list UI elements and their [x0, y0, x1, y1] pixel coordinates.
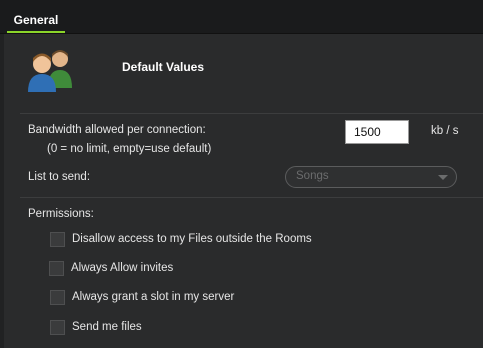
section-title: Default Values [122, 60, 205, 74]
permission-label: Send me files [72, 321, 142, 333]
divider [20, 197, 483, 198]
tab-bar: General [0, 0, 483, 34]
permission-checkbox[interactable] [50, 232, 65, 247]
chevron-down-icon [438, 175, 448, 180]
permission-label: Always grant a slot in my server [72, 291, 235, 303]
divider [20, 113, 483, 114]
left-strip [0, 34, 4, 348]
users-icon [28, 50, 72, 92]
list-to-send-label: List to send: [28, 171, 91, 183]
active-tab-indicator [7, 31, 65, 33]
permission-label: Always Allow invites [71, 262, 174, 274]
tab-general[interactable]: General [7, 7, 65, 33]
list-to-send-value: Songs [296, 170, 329, 182]
list-to-send-select[interactable]: Songs [285, 166, 457, 188]
bandwidth-hint: (0 = no limit, empty=use default) [47, 143, 212, 155]
permission-label: Disallow access to my Files outside the … [72, 233, 312, 245]
permission-checkbox[interactable] [49, 261, 64, 276]
permission-checkbox[interactable] [50, 320, 65, 335]
bandwidth-label: Bandwidth allowed per connection: [28, 124, 206, 136]
permission-checkbox[interactable] [50, 290, 65, 305]
bandwidth-unit: kb / s [431, 125, 459, 137]
permissions-label: Permissions: [28, 208, 94, 220]
bandwidth-input[interactable]: 1500 [345, 120, 409, 144]
